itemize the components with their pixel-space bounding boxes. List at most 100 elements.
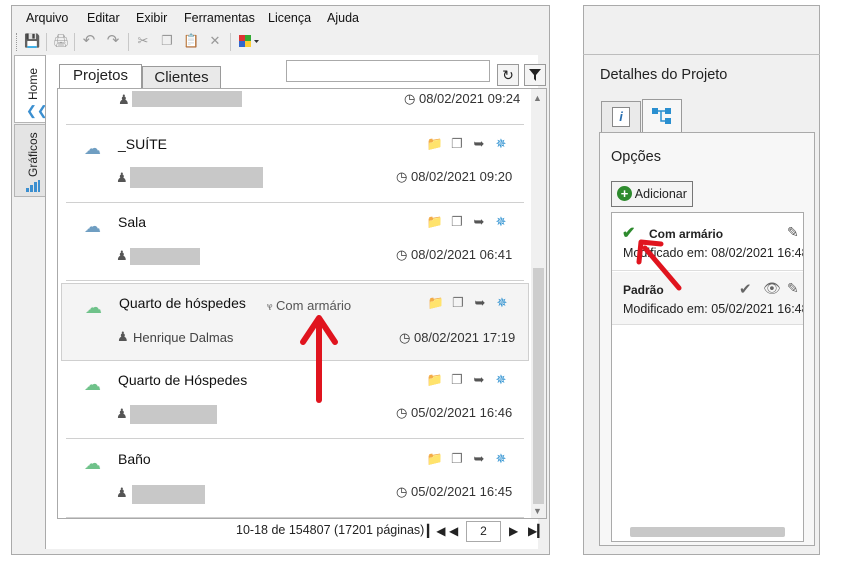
project-date: ◷ 08/02/2021 17:19 [399, 330, 516, 345]
menu-ajuda[interactable]: Ajuda [327, 11, 359, 25]
share-icon[interactable]: ✵ [490, 214, 512, 230]
project-date: ◷ 08/02/2021 09:24 [404, 91, 521, 106]
copy-icon[interactable]: ❐ [159, 33, 175, 49]
row-actions: 📁 ❐ ➥ ✵ [425, 295, 513, 311]
tab-info[interactable]: i [601, 101, 641, 133]
cut-icon[interactable]: ✂ [135, 33, 151, 49]
branch-icon: ⳡ [267, 298, 273, 313]
scroll-down-icon[interactable]: ▼ [533, 506, 542, 516]
info-icon: i [612, 107, 630, 127]
scrollbar-thumb[interactable] [533, 268, 544, 504]
options-hscrollbar[interactable] [630, 527, 785, 537]
edit-icon[interactable]: ✎ [787, 280, 799, 297]
filter-icon [529, 69, 541, 81]
tab-clientes[interactable]: Clientes [142, 66, 221, 90]
project-date: ◷ 08/02/2021 09:20 [396, 169, 513, 184]
project-row[interactable]: ☁ Baño 📁 ❐ ➥ ✵ ♟ ◷ 05/02/2021 16:45 [66, 440, 524, 518]
annotation-arrow [636, 239, 682, 291]
folder-icon[interactable]: 📁 [424, 214, 446, 230]
export-icon[interactable]: ➥ [468, 451, 490, 467]
copy-icon[interactable]: ❐ [446, 136, 468, 152]
date-text: 08/02/2021 17:19 [413, 330, 516, 345]
share-icon[interactable]: ✵ [491, 295, 513, 311]
folder-icon[interactable]: 📁 [424, 136, 446, 152]
details-title: Detalhes do Projeto [600, 67, 728, 83]
project-name: Quarto de hóspedes [119, 295, 246, 311]
undo-icon[interactable]: ↶ [81, 33, 97, 49]
page-input[interactable]: 2 [466, 521, 501, 542]
modified-label: Modificado em: [623, 302, 708, 316]
toolbar-separator [128, 33, 129, 51]
chart-icon [25, 179, 41, 198]
cloud-icon: ☁ [84, 139, 101, 158]
user-icon: ♟ [116, 248, 128, 263]
annotation-arrow [300, 315, 338, 403]
eye-icon[interactable]: 👁 [763, 280, 781, 297]
delete-icon[interactable]: ✕ [207, 33, 223, 49]
toolbar: 💾 🖨 ↶ ↷ ✂ ❐ 📋 ✕ [12, 29, 549, 53]
option-modified: Modificado em: 05/02/2021 16:48 [623, 302, 804, 316]
export-icon[interactable]: ➥ [468, 214, 490, 230]
refresh-icon: ↻ [502, 67, 514, 83]
next-page-icon[interactable]: ▶ [509, 524, 518, 538]
add-option-button[interactable]: + Adicionar [611, 181, 693, 207]
cloud-icon: ☁ [84, 375, 101, 394]
menu-arquivo[interactable]: Arquivo [26, 11, 68, 25]
modified-date: 05/02/2021 16:48 [711, 302, 804, 316]
toolbar-separator [46, 33, 47, 51]
print-icon[interactable]: 🖨 [53, 33, 70, 49]
menu-exibir[interactable]: Exibir [136, 11, 167, 25]
copy-icon[interactable]: ❐ [446, 372, 468, 388]
redacted-user [132, 485, 205, 504]
branch-icon [652, 108, 671, 124]
refresh-button[interactable]: ↻ [497, 64, 519, 86]
cloud-icon: ☁ [84, 454, 101, 473]
project-name: _SUÍTE [118, 136, 168, 152]
toolbar-separator [230, 33, 231, 51]
option-tag-text: Com armário [276, 298, 352, 313]
export-icon[interactable]: ➥ [468, 372, 490, 388]
copy-icon[interactable]: ❐ [446, 214, 468, 230]
share-icon[interactable]: ✵ [490, 372, 512, 388]
menu-licenca[interactable]: Licença [268, 11, 311, 25]
panel-divider [583, 54, 820, 55]
copy-icon[interactable]: ❐ [447, 295, 469, 311]
project-name: Sala [118, 214, 147, 230]
project-row[interactable]: ♟ ◷ 08/02/2021 09:24 [66, 89, 524, 125]
tab-options[interactable] [642, 99, 682, 133]
last-page-icon[interactable]: ▶▎ [528, 524, 546, 538]
paste-icon[interactable]: 📋 [183, 33, 199, 49]
project-row[interactable]: ☁ Sala 📁 ❐ ➥ ✵ ♟ ◷ 08/02/2021 06:41 [66, 203, 524, 281]
export-icon[interactable]: ➥ [468, 136, 490, 152]
date-text: 08/02/2021 09:24 [418, 91, 521, 106]
user-icon: ♟ [116, 485, 128, 500]
first-page-icon[interactable]: ▎◀ [427, 524, 445, 538]
copy-icon[interactable]: ❐ [446, 451, 468, 467]
date-text: 08/02/2021 06:41 [410, 247, 513, 262]
redacted-user [130, 248, 200, 265]
share-icon[interactable]: ✵ [490, 136, 512, 152]
toolbar-grip [16, 33, 18, 51]
folder-icon[interactable]: 📁 [424, 451, 446, 467]
menu-ferramentas[interactable]: Ferramentas [184, 11, 255, 25]
project-row[interactable]: ☁ _SUÍTE 📁 ❐ ➥ ✵ ♟ ◷ 08/02/2021 09:20 [66, 125, 524, 203]
edit-icon[interactable]: ✎ [787, 224, 799, 241]
scroll-up-icon[interactable]: ▲ [533, 93, 542, 103]
activate-check-icon[interactable]: ✔ [739, 280, 752, 298]
color-palette-icon[interactable] [238, 33, 260, 49]
project-name: Quarto de Hóspedes [118, 372, 248, 388]
folder-icon[interactable]: 📁 [425, 295, 447, 311]
project-date: ◷ 05/02/2021 16:45 [396, 484, 513, 499]
export-icon[interactable]: ➥ [469, 295, 491, 311]
search-input[interactable] [286, 60, 490, 82]
project-date: ◷ 05/02/2021 16:46 [396, 405, 513, 420]
redo-icon[interactable]: ↷ [105, 33, 121, 49]
filter-button[interactable] [524, 64, 546, 86]
prev-page-icon[interactable]: ◀ [449, 524, 458, 538]
side-tab-charts-label: Gráficos [26, 132, 40, 177]
folder-icon[interactable]: 📁 [424, 372, 446, 388]
menu-editar[interactable]: Editar [87, 11, 120, 25]
tab-projetos[interactable]: Projetos [59, 64, 142, 90]
share-icon[interactable]: ✵ [490, 451, 512, 467]
save-icon[interactable]: 💾 [24, 33, 40, 49]
